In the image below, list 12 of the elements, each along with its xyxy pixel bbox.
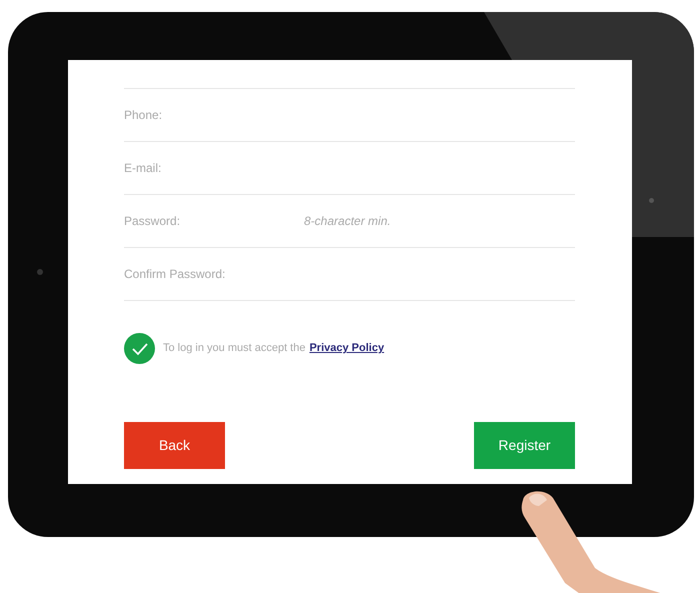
consent-text: To log in you must accept the <box>163 341 306 356</box>
text-field[interactable]: Confirm Password: <box>124 248 575 301</box>
privacy-policy-link[interactable]: Privacy Policy <box>309 340 384 357</box>
placeholder-text: 8-character min. <box>304 213 391 230</box>
checkbox[interactable] <box>124 333 155 364</box>
text-field[interactable]: E-mail: <box>124 142 575 195</box>
text-field[interactable]: Phone: <box>124 89 575 142</box>
check-icon <box>130 342 148 356</box>
back-button[interactable]: Back <box>124 422 225 469</box>
text-field[interactable]: Password: 8-character min. <box>124 195 575 248</box>
register-button[interactable]: Register <box>474 422 575 469</box>
field-label: Password: <box>124 213 182 230</box>
